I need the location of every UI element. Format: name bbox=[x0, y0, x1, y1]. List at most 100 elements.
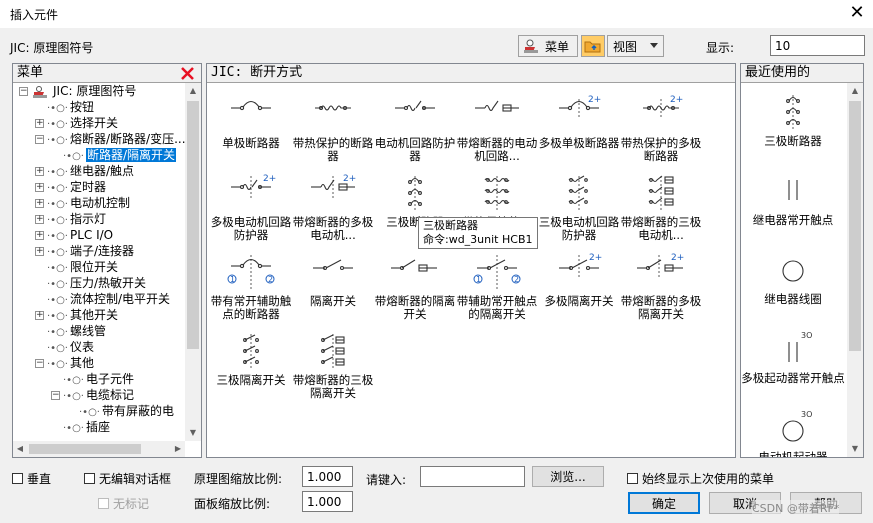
symbol-tile[interactable]: 带熔断器的隔离开关 bbox=[374, 251, 456, 321]
symbol-tile[interactable]: 带熔断器的电动机回路... bbox=[456, 93, 538, 163]
always-show-checkbox[interactable]: 始终显示上次使用的菜单 bbox=[627, 470, 774, 487]
panel-scale-input[interactable]: 1.000 bbox=[302, 491, 353, 512]
menu-tree-hscrollbar[interactable]: ◀ ▶ bbox=[13, 441, 185, 457]
tree-item[interactable]: + ·•○· 定时器 bbox=[35, 179, 106, 195]
symbol-tile[interactable]: 带熔断器的三极隔离开关 bbox=[292, 330, 374, 400]
tree-item[interactable]: ·•○· 插座 bbox=[51, 419, 110, 435]
close-menu-icon[interactable] bbox=[181, 67, 194, 80]
disconnect-3p-icon bbox=[210, 330, 292, 370]
symbol-tile[interactable]: 带热保护的断路器 bbox=[292, 93, 374, 163]
recent-symbol-tile[interactable]: 三极断路器 bbox=[741, 91, 845, 148]
expand-icon[interactable]: + bbox=[35, 199, 44, 208]
tree-item[interactable]: ·•○· 限位开关 bbox=[35, 259, 118, 275]
type-input[interactable] bbox=[420, 466, 525, 487]
collapse-icon[interactable]: − bbox=[35, 359, 44, 368]
symbol-tile[interactable]: 1 2 带有常开辅助触点的断路器 bbox=[210, 251, 292, 321]
symbol-tile[interactable]: 带熔断器的三极电动机... bbox=[620, 172, 702, 242]
tree-item[interactable]: + ·•○· 电动机控制 bbox=[35, 195, 130, 211]
recent-scroll-down-icon[interactable]: ▼ bbox=[847, 441, 863, 457]
symbol-tile[interactable]: 三极电动机回路防护器 bbox=[538, 172, 620, 242]
folder-up-button[interactable] bbox=[581, 35, 605, 57]
tree-item[interactable]: ·•○· 仪表 bbox=[35, 339, 94, 355]
tree-item[interactable]: + ·•○· 端子/连接器 bbox=[35, 243, 134, 259]
tree-item-label: 选择开关 bbox=[69, 116, 118, 130]
symbol-tile[interactable]: 2+ 带熔断器的多极隔离开关 bbox=[620, 251, 702, 321]
tree-node-icon: ·•○· bbox=[47, 311, 68, 322]
hscroll-thumb[interactable] bbox=[29, 444, 141, 454]
symbol-tile[interactable]: 2+ 带熔断器的多极电动机... bbox=[292, 172, 374, 242]
recent-symbol-label: 继电器线圈 bbox=[764, 292, 822, 306]
collapse-icon[interactable]: − bbox=[51, 391, 60, 400]
fused-motor-protector-3p-icon bbox=[620, 172, 702, 212]
menu-toggle-button[interactable]: 菜单 bbox=[518, 35, 578, 57]
tree-item[interactable]: ·•○· 断路器/隔离开关 bbox=[51, 147, 177, 163]
tree-item-label: JIC: 原理图符号 bbox=[53, 84, 137, 98]
tree-item[interactable]: ·•○· 按钮 bbox=[35, 99, 94, 115]
recent-symbol-tile[interactable]: 3O 电动机起动器 bbox=[741, 407, 845, 457]
expand-icon[interactable]: + bbox=[35, 183, 44, 192]
recent-symbol-tile[interactable]: 3O 多极起动器常开触点 bbox=[741, 328, 845, 385]
tree-item[interactable]: ·•○· 电子元件 bbox=[51, 371, 134, 387]
tree-item[interactable]: + ·•○· 指示灯 bbox=[35, 211, 106, 227]
display-count-input[interactable]: 10 bbox=[770, 35, 865, 56]
symbol-tile[interactable]: 隔离开关 bbox=[292, 251, 374, 308]
scale-input[interactable]: 1.000 bbox=[302, 466, 353, 487]
expand-icon[interactable]: + bbox=[35, 119, 44, 128]
recent-list: 三极断路器继电器常开触点继电器线圈 3O 多极起动器常开触点 3O 电动机起动器 bbox=[741, 83, 847, 457]
symbol-tile[interactable]: 电动机回路防护器 bbox=[374, 93, 456, 163]
no-dialog-checkbox[interactable]: 无编辑对话框 bbox=[84, 470, 171, 487]
tree-item[interactable]: − JIC: 原理图符号 bbox=[19, 83, 136, 99]
tree-item[interactable]: ·•○· 压力/热敏开关 bbox=[35, 275, 146, 291]
collapse-icon[interactable]: − bbox=[35, 135, 44, 144]
checkbox-box[interactable] bbox=[84, 473, 95, 484]
scroll-up-arrow-icon[interactable]: ▲ bbox=[185, 83, 201, 99]
recent-scroll-up-icon[interactable]: ▲ bbox=[847, 83, 863, 99]
scroll-down-arrow-icon[interactable]: ▼ bbox=[185, 425, 201, 441]
tree-item[interactable]: + ·•○· 选择开关 bbox=[35, 115, 118, 131]
symbol-tile[interactable]: 1 2 带辅助常开触点的隔离开关 bbox=[456, 251, 538, 321]
expand-icon[interactable]: + bbox=[35, 311, 44, 320]
view-dropdown[interactable]: 视图 bbox=[607, 35, 664, 57]
tree-item-label: 定时器 bbox=[69, 180, 106, 194]
close-icon[interactable]: ✕ bbox=[846, 2, 868, 24]
tree-item[interactable]: + ·•○· 其他开关 bbox=[35, 307, 118, 323]
tree-item[interactable]: − ·•○· 熔断器/断路器/变压... bbox=[35, 131, 185, 147]
symbol-tile[interactable]: 2+ 多极单极断路器 bbox=[538, 93, 620, 150]
expand-icon[interactable]: + bbox=[35, 231, 44, 240]
browse-button[interactable]: 浏览... bbox=[532, 466, 604, 487]
tree-item[interactable]: − ·•○· 电缆标记 bbox=[51, 387, 134, 403]
menu-tree-vscrollbar[interactable]: ▲ ▼ bbox=[185, 83, 201, 441]
tree-item[interactable]: ·•○· 带有屏蔽的电 bbox=[67, 403, 174, 419]
vertical-checkbox[interactable]: 垂直 bbox=[12, 470, 51, 487]
checkbox-box[interactable] bbox=[627, 473, 638, 484]
recent-symbol-tile[interactable]: 继电器线圈 bbox=[741, 249, 845, 306]
checkbox-box[interactable] bbox=[98, 498, 109, 509]
scroll-left-arrow-icon[interactable]: ◀ bbox=[13, 441, 27, 457]
expand-icon[interactable]: + bbox=[35, 247, 44, 256]
tree-item[interactable]: ·•○· 流体控制/电平开关 bbox=[35, 291, 170, 307]
recent-scroll-thumb[interactable] bbox=[849, 101, 861, 351]
symbol-tile[interactable]: 三极隔离开关 bbox=[210, 330, 292, 387]
symbol-tile[interactable]: 2+ 多极电动机回路防护器 bbox=[210, 172, 292, 242]
scroll-right-arrow-icon[interactable]: ▶ bbox=[171, 441, 185, 457]
tree-item[interactable]: + ·•○· PLC I/O bbox=[35, 227, 113, 243]
symbol-tile[interactable]: 单极断路器 bbox=[210, 93, 292, 150]
recent-vscrollbar[interactable]: ▲ ▼ bbox=[847, 83, 863, 457]
collapse-icon[interactable]: − bbox=[19, 87, 28, 96]
tree-item[interactable]: ·•○· 螺线管 bbox=[35, 323, 106, 339]
symbol-tile[interactable]: 2+ 多极隔离开关 bbox=[538, 251, 620, 308]
recent-symbol-tile[interactable]: 继电器常开触点 bbox=[741, 170, 845, 227]
symbol-tile[interactable]: 2+ 带热保护的多极断路器 bbox=[620, 93, 702, 163]
disconnect-multi-icon: 2+ bbox=[538, 251, 620, 291]
expand-icon[interactable]: + bbox=[35, 215, 44, 224]
expand-icon[interactable]: + bbox=[35, 167, 44, 176]
tree-item[interactable]: + ·•○· 继电器/触点 bbox=[35, 163, 134, 179]
tree-node-icon: ·•○· bbox=[63, 423, 84, 434]
library-label: JIC: 原理图符号 bbox=[10, 41, 94, 55]
checkbox-box[interactable] bbox=[12, 473, 23, 484]
tree-item[interactable]: − ·•○· 其他 bbox=[35, 355, 94, 371]
tree-node-icon: ·•○· bbox=[47, 215, 68, 226]
ok-button[interactable]: 确定 bbox=[628, 492, 700, 514]
scroll-thumb[interactable] bbox=[187, 101, 199, 349]
no-tag-checkbox[interactable]: 无标记 bbox=[98, 495, 149, 512]
